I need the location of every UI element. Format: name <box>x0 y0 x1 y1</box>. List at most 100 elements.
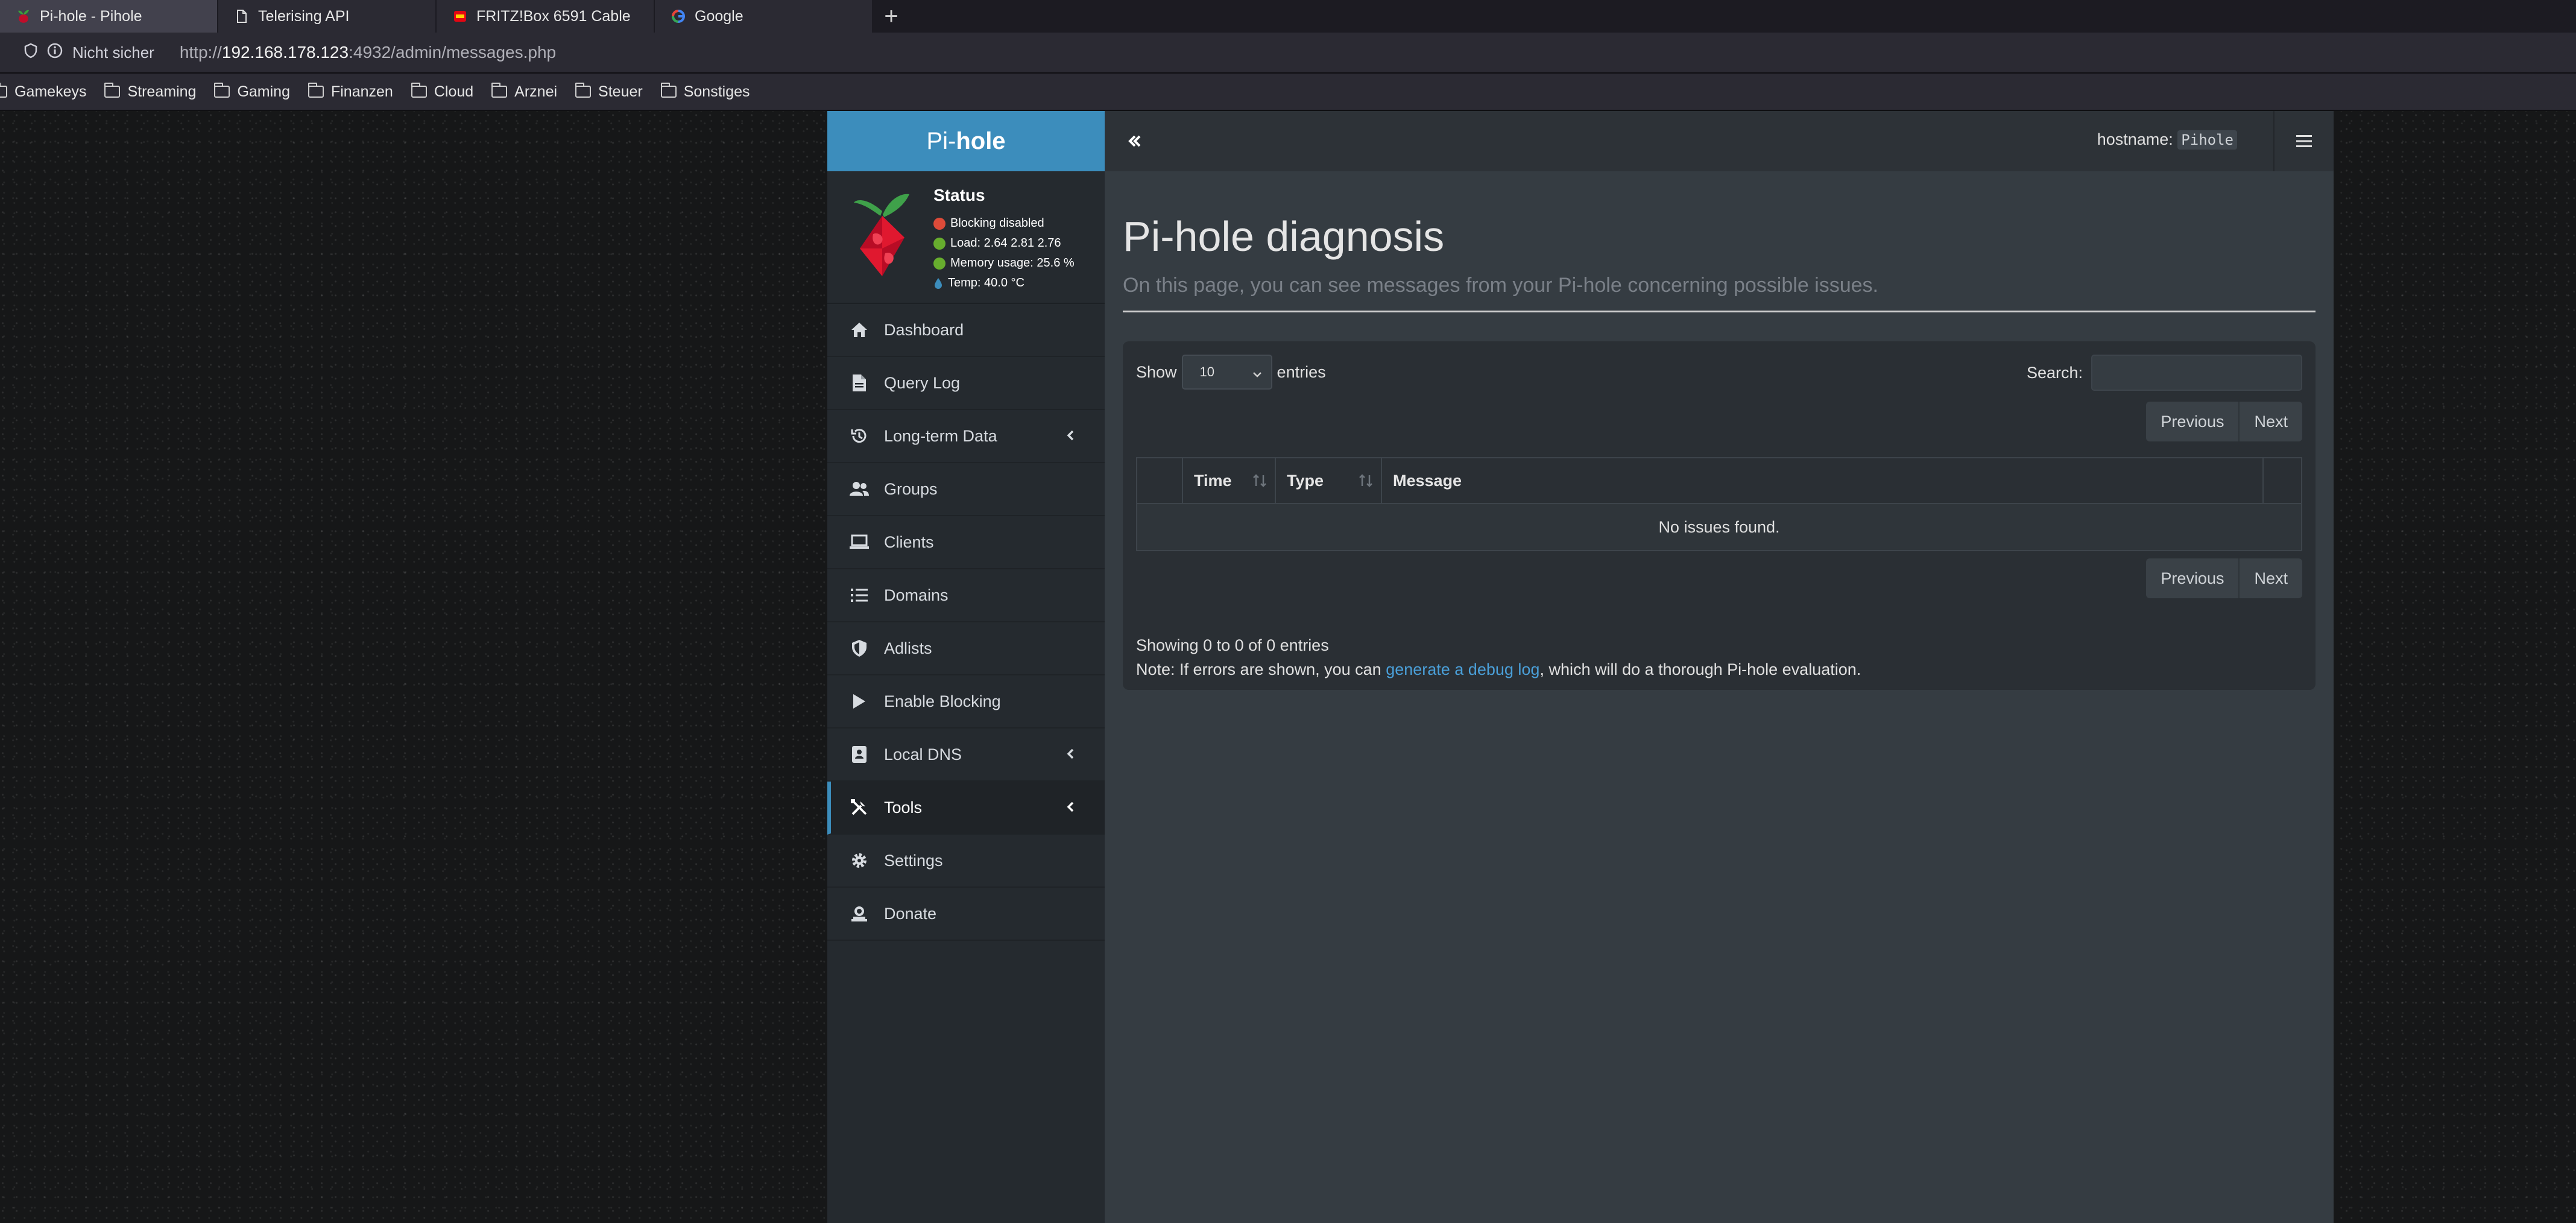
next-button[interactable]: Next <box>2240 402 2302 441</box>
tools-icon <box>849 797 870 818</box>
bookmark-label: Finanzen <box>330 83 393 100</box>
folder-icon <box>308 83 324 98</box>
page-subtitle: On this page, you can see messages from … <box>1123 274 2316 312</box>
previous-button[interactable]: Previous <box>2146 558 2240 598</box>
folder-icon <box>411 83 427 98</box>
sidebar-item-dashboard[interactable]: Dashboard <box>827 304 1105 357</box>
tab-label: Google <box>695 7 743 25</box>
tab-telerising[interactable]: Telerising API <box>218 0 437 33</box>
bookmark-label: Cloud <box>434 83 474 100</box>
sidebar: Pi-hole Status Blocking disabled Load: 2… <box>827 111 1105 1223</box>
status-dot-icon <box>933 257 945 270</box>
column-label: Time <box>1194 471 1232 490</box>
bookmark-steuer[interactable]: Steuer <box>575 83 643 101</box>
entries-length-control: Show 10 entries <box>1136 355 1326 390</box>
status-dot-icon <box>933 237 945 250</box>
tab-pihole[interactable]: Pi-hole - Pihole <box>0 0 218 33</box>
table-header: Time Type Message <box>1137 458 2301 504</box>
bookmark-label: Sonstiges <box>683 83 750 100</box>
column-label: Type <box>1287 471 1324 490</box>
status-temp: Temp: 40.0 °C <box>933 273 1075 293</box>
sidebar-item-local-dns[interactable]: Local DNS <box>827 728 1105 782</box>
search-control: Search: <box>2027 355 2302 391</box>
chevron-left-icon <box>1064 747 1078 761</box>
sidebar-item-label: Settings <box>884 851 943 870</box>
logo-text-prefix: Pi- <box>926 127 956 154</box>
search-label: Search: <box>2026 363 2083 382</box>
bookmark-gaming[interactable]: Gaming <box>214 83 290 101</box>
column-label: Message <box>1393 471 1462 490</box>
status-text: Blocking disabled <box>950 216 1044 230</box>
status-panel: Status Blocking disabled Load: 2.64 2.81… <box>827 171 1105 304</box>
shield-icon[interactable] <box>24 43 37 63</box>
bookmark-cloud[interactable]: Cloud <box>411 83 473 101</box>
new-tab-button[interactable]: + <box>873 0 909 33</box>
url-bar[interactable]: Nicht sicher http://192.168.178.123:4932… <box>0 33 2576 74</box>
column-type[interactable]: Type <box>1276 458 1382 503</box>
sidebar-item-tools[interactable]: Tools <box>827 782 1105 835</box>
note-text: Note: If errors are shown, you can <box>1136 660 1386 678</box>
bookmark-arznei[interactable]: Arznei <box>491 83 557 101</box>
menu-toggle-button[interactable] <box>2273 111 2334 171</box>
url-host: 192.168.178.123 <box>221 43 349 62</box>
sidebar-item-label: Domains <box>884 586 949 604</box>
folder-icon <box>214 83 230 98</box>
column-time[interactable]: Time <box>1183 458 1276 503</box>
sidebar-item-adlists[interactable]: Adlists <box>827 622 1105 675</box>
showing-entries-text: Showing 0 to 0 of 0 entries <box>1136 636 1329 654</box>
tab-fritzbox[interactable]: FRITZ!Box 6591 Cable <box>437 0 655 33</box>
pihole-app: Pi-hole Status Blocking disabled Load: 2… <box>827 111 2334 1223</box>
sidebar-item-query-log[interactable]: Query Log <box>827 357 1105 410</box>
entries-label: entries <box>1277 362 1326 381</box>
play-icon <box>849 691 870 712</box>
entries-select-value: 10 <box>1199 364 1215 379</box>
sort-icon <box>1358 473 1374 488</box>
sidebar-item-domains[interactable]: Domains <box>827 569 1105 622</box>
sidebar-item-label: Local DNS <box>884 745 962 763</box>
sidebar-item-settings[interactable]: Settings <box>827 835 1105 888</box>
sidebar-item-label: Tools <box>884 798 923 817</box>
tab-label: Pi-hole - Pihole <box>40 7 142 25</box>
water-drop-icon <box>933 277 943 289</box>
url-scheme: http:// <box>179 43 222 62</box>
main-content: hostname: Pihole Pi-hole diagnosis On th… <box>1105 111 2334 1223</box>
sidebar-item-label: Enable Blocking <box>884 692 1001 710</box>
messages-box: Show 10 entries Search: Previous Next Ti… <box>1123 341 2316 690</box>
top-navbar: hostname: Pihole <box>1105 111 2334 171</box>
page-header: Pi-hole diagnosis On this page, you can … <box>1123 212 2316 312</box>
status-memory: Memory usage: 25.6 % <box>933 253 1075 273</box>
hamburger-icon <box>2296 135 2312 147</box>
bookmark-gamekeys[interactable]: Gamekeys <box>0 83 86 101</box>
previous-button[interactable]: Previous <box>2146 402 2240 441</box>
entries-select[interactable]: 10 <box>1181 355 1272 390</box>
sidebar-item-label: Adlists <box>884 639 932 657</box>
chevron-down-icon <box>1252 368 1263 379</box>
bookmark-streaming[interactable]: Streaming <box>104 83 196 101</box>
url-text[interactable]: http://192.168.178.123:4932/admin/messag… <box>180 43 556 62</box>
sidebar-item-donate[interactable]: Donate <box>827 888 1105 941</box>
sidebar-item-long-term-data[interactable]: Long-term Data <box>827 410 1105 463</box>
hostname-value: Pihole <box>2177 130 2237 150</box>
status-text: Temp: 40.0 °C <box>948 276 1024 289</box>
column-message[interactable]: Message <box>1382 458 2264 503</box>
pihole-logo[interactable]: Pi-hole <box>827 111 1105 171</box>
bookmark-finanzen[interactable]: Finanzen <box>308 83 393 101</box>
bookmark-sonstiges[interactable]: Sonstiges <box>660 83 750 101</box>
chevron-left-icon <box>1064 800 1078 814</box>
next-button[interactable]: Next <box>2240 558 2302 598</box>
sidebar-item-clients[interactable]: Clients <box>827 516 1105 569</box>
page-title: Pi-hole diagnosis <box>1123 213 1445 260</box>
info-icon[interactable] <box>47 43 63 63</box>
sidebar-item-groups[interactable]: Groups <box>827 463 1105 516</box>
bookmark-label: Gamekeys <box>14 83 87 100</box>
folder-icon <box>660 83 677 98</box>
address-book-icon <box>849 744 870 765</box>
document-icon <box>234 8 250 24</box>
debug-note: Note: If errors are shown, you can gener… <box>1136 657 1861 681</box>
sidebar-item-enable-blocking[interactable]: Enable Blocking <box>827 675 1105 728</box>
debug-log-link[interactable]: generate a debug log <box>1386 660 1539 678</box>
bookmark-label: Steuer <box>598 83 643 100</box>
search-input[interactable] <box>2091 355 2302 391</box>
collapse-sidebar-icon[interactable] <box>1123 129 1147 153</box>
tab-google[interactable]: Google <box>655 0 873 33</box>
